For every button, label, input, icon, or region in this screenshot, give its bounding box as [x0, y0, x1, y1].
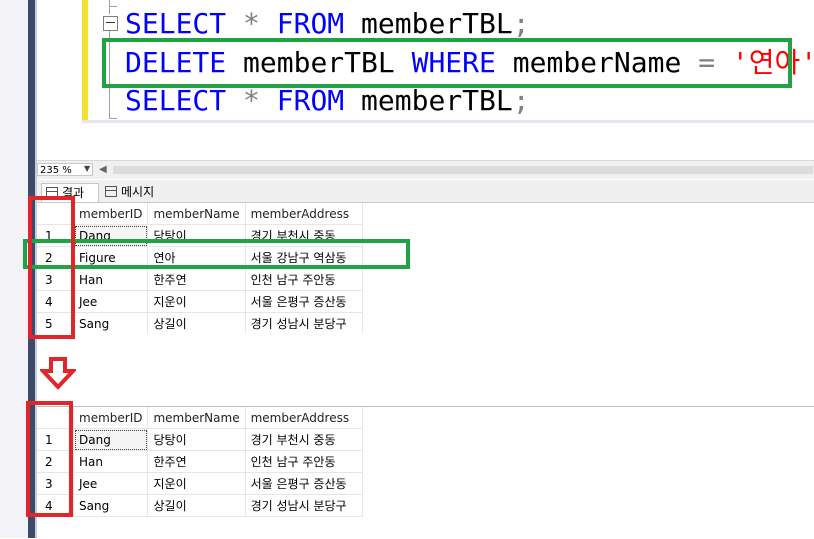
cell-memberid[interactable]: Dang	[73, 428, 149, 451]
cell-memberaddress[interactable]: 경기 부천시 중동	[245, 224, 363, 247]
cell-membername[interactable]: 한주연	[147, 268, 246, 291]
results-grid-after[interactable]: memberID memberName memberAddress 1 Dang…	[37, 406, 814, 539]
row-number-header[interactable]	[37, 407, 74, 429]
column-header-membername[interactable]: memberName	[147, 407, 246, 429]
chevron-down-icon[interactable]: ▼	[84, 164, 90, 173]
row-number[interactable]: 1	[37, 428, 74, 451]
result-tabs: 결과 메시지	[37, 180, 814, 203]
cell-membername[interactable]: 당탕이	[147, 428, 246, 451]
left-panel-bar	[28, 0, 35, 538]
row-number[interactable]: 4	[37, 494, 74, 517]
cell-memberaddress[interactable]: 서울 은평구 증산동	[245, 290, 363, 313]
table-row[interactable]: 3 Han 한주연 인천 남구 주안동	[37, 268, 363, 291]
cell-memberid[interactable]: Sang	[73, 312, 149, 335]
statement-terminator: ;	[512, 7, 530, 40]
column-identifier: memberName	[512, 46, 682, 79]
row-number[interactable]: 2	[37, 246, 74, 269]
keyword-select: SELECT	[125, 7, 227, 40]
row-number[interactable]: 2	[37, 450, 74, 473]
code-line-2[interactable]: DELETE memberTBL WHERE memberName = '연아'…	[125, 48, 814, 78]
row-number[interactable]: 4	[37, 290, 74, 313]
change-indicator-bar	[82, 0, 88, 120]
row-number-header[interactable]	[37, 203, 74, 225]
cell-membername[interactable]: 한주연	[147, 450, 246, 473]
row-number[interactable]: 3	[37, 472, 74, 495]
cell-memberid[interactable]: Han	[73, 450, 149, 473]
tab-messages-label: 메시지	[121, 185, 155, 199]
tab-results-label: 결과	[62, 186, 85, 200]
fold-guide-top-end	[109, 6, 117, 7]
collapse-icon[interactable]	[103, 16, 118, 31]
grid-icon	[46, 187, 58, 198]
cell-memberaddress[interactable]: 인천 남구 주안동	[245, 450, 363, 473]
table-row[interactable]: 4 Sang 상길이 경기 성남시 분당구	[37, 494, 363, 517]
code-line-3[interactable]: SELECT * FROM memberTBL;	[125, 86, 530, 116]
code-line-1[interactable]: SELECT * FROM memberTBL;	[125, 9, 530, 39]
cell-memberid[interactable]: Sang	[73, 494, 149, 517]
grid-spacer	[37, 333, 814, 406]
grid-header-row: memberID memberName memberAddress	[37, 407, 363, 429]
keyword-select: SELECT	[125, 84, 227, 117]
horizontal-scrollbar[interactable]	[113, 166, 813, 174]
row-number[interactable]: 5	[37, 312, 74, 335]
results-grid-before[interactable]: memberID memberName memberAddress 1 Dang…	[37, 203, 814, 335]
row-number[interactable]: 3	[37, 268, 74, 291]
operator-equals: =	[698, 46, 716, 79]
cell-membername[interactable]: 연아	[147, 246, 246, 269]
column-header-memberaddress[interactable]: memberAddress	[245, 407, 363, 429]
fold-guide-top	[109, 0, 110, 14]
keyword-from: FROM	[276, 84, 345, 117]
table-row[interactable]: 1 Dang 당탕이 경기 부천시 중동	[37, 428, 363, 451]
column-header-membername[interactable]: memberName	[147, 203, 246, 225]
table-row[interactable]: 5 Sang 상길이 경기 성남시 분당구	[37, 312, 363, 335]
cell-memberid[interactable]: Dang	[73, 224, 149, 247]
table-row[interactable]: 1 Dang 당탕이 경기 부천시 중동	[37, 224, 363, 247]
cell-memberaddress[interactable]: 경기 성남시 분당구	[245, 312, 363, 335]
fold-guide-line	[109, 31, 110, 119]
keyword-from: FROM	[276, 7, 345, 40]
operator-star: *	[243, 84, 260, 117]
cell-membername[interactable]: 지운이	[147, 472, 246, 495]
table-row[interactable]: 4 Jee 지운이 서울 은평구 증산동	[37, 290, 363, 313]
cell-membername[interactable]: 상길이	[147, 312, 246, 335]
table-identifier: memberTBL	[361, 7, 513, 40]
message-icon	[105, 186, 117, 197]
string-literal: '연아'	[731, 46, 814, 79]
statement-terminator: ;	[512, 84, 530, 117]
cell-membername[interactable]: 상길이	[147, 494, 246, 517]
table-row[interactable]: 2 Han 한주연 인천 남구 주안동	[37, 450, 363, 473]
cell-memberid[interactable]: Han	[73, 268, 149, 291]
operator-star: *	[243, 7, 260, 40]
cell-membername[interactable]: 지운이	[147, 290, 246, 313]
scroll-left-icon[interactable]: ◀	[99, 164, 107, 175]
table-identifier: memberTBL	[243, 46, 395, 79]
cell-memberid[interactable]: Jee	[73, 290, 149, 313]
tab-messages[interactable]: 메시지	[101, 183, 163, 202]
table-row[interactable]: 3 Jee 지운이 서울 은평구 증산동	[37, 472, 363, 495]
column-header-memberaddress[interactable]: memberAddress	[245, 203, 363, 225]
row-number[interactable]: 1	[37, 224, 74, 247]
cell-memberid[interactable]: Figure	[73, 246, 149, 269]
left-panel-strip	[0, 0, 37, 538]
column-header-memberid[interactable]: memberID	[73, 407, 149, 429]
zoom-bar: 235 % ▼ ◀	[37, 160, 814, 179]
keyword-delete: DELETE	[125, 46, 227, 79]
query-editor[interactable]: SELECT * FROM memberTBL; DELETE memberTB…	[37, 0, 814, 158]
zoom-value: 235 %	[40, 165, 72, 176]
cell-memberid[interactable]: Jee	[73, 472, 149, 495]
cell-memberaddress[interactable]: 경기 부천시 중동	[245, 428, 363, 451]
fold-guide-end	[109, 118, 117, 119]
cell-memberaddress[interactable]: 서울 강남구 역삼동	[245, 246, 363, 269]
cell-memberaddress[interactable]: 경기 성남시 분당구	[245, 494, 363, 517]
cell-membername[interactable]: 당탕이	[147, 224, 246, 247]
keyword-where: WHERE	[411, 46, 496, 79]
grid-header-row: memberID memberName memberAddress	[37, 203, 363, 225]
cell-memberaddress[interactable]: 서울 은평구 증산동	[245, 472, 363, 495]
column-header-memberid[interactable]: memberID	[73, 203, 149, 225]
table-row[interactable]: 2 Figure 연아 서울 강남구 역삼동	[37, 246, 363, 269]
editor-bottom-border	[82, 120, 814, 123]
table-identifier: memberTBL	[361, 84, 513, 117]
tab-results[interactable]: 결과	[41, 183, 99, 202]
cell-memberaddress[interactable]: 인천 남구 주안동	[245, 268, 363, 291]
